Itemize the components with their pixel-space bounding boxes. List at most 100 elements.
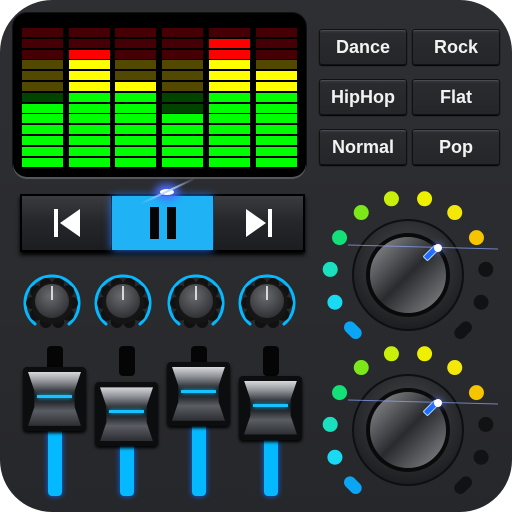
rotary-knob[interactable] — [23, 274, 81, 332]
level-dot-off — [473, 294, 489, 310]
meter-segment-off — [162, 60, 204, 70]
level-dot-lit — [468, 385, 484, 401]
level-dot-lit — [383, 346, 399, 362]
knob-body — [241, 277, 293, 329]
meter-segment-off — [162, 82, 204, 91]
meter-segment-lit — [22, 146, 63, 156]
slider-handle-indicator — [37, 394, 72, 398]
meter-segment-off — [255, 60, 297, 70]
slider-handle-indicator — [253, 403, 288, 407]
meter-segment-off — [22, 82, 63, 91]
preset-dance-button[interactable]: Dance — [319, 29, 407, 65]
meter-segment-lit — [115, 82, 157, 91]
light-flare — [434, 244, 442, 252]
meter-segment-off — [255, 28, 297, 37]
meter-segment-lit — [255, 114, 297, 124]
light-flare — [434, 399, 442, 407]
meter-segment-lit — [115, 146, 157, 156]
meter-segment-lit — [22, 103, 63, 113]
slider-fill — [192, 421, 206, 496]
slider-handle[interactable] — [95, 382, 158, 447]
slider-fill — [48, 426, 62, 496]
meter-segment-off — [162, 38, 204, 48]
meter-segment-off — [255, 38, 297, 48]
level-dot-lit — [447, 205, 463, 221]
slider-handle-indicator — [109, 410, 144, 414]
pause-button[interactable] — [112, 196, 213, 250]
meter-segment-off — [115, 60, 157, 70]
pause-icon — [149, 207, 176, 239]
level-dot-lit — [332, 385, 348, 401]
meter-segment-off — [22, 60, 63, 70]
slider-handle[interactable] — [239, 375, 302, 440]
meter-segment-lit — [255, 136, 297, 145]
rotary-knob[interactable] — [94, 274, 152, 332]
meter-segment-lit — [162, 146, 204, 156]
level-dot-off — [473, 449, 489, 465]
meter-segment-off — [115, 49, 157, 59]
slider-track — [263, 346, 279, 376]
meter-segment-lit — [68, 103, 110, 113]
rotary-knob[interactable] — [238, 274, 296, 332]
slider-track — [119, 346, 135, 376]
level-dot-lit — [447, 360, 463, 376]
eq-slider[interactable] — [167, 346, 231, 496]
meter-segment-lit — [22, 157, 63, 167]
eq-slider[interactable] — [23, 346, 87, 496]
slider-handle[interactable] — [23, 366, 86, 431]
meter-segment-lit — [115, 125, 157, 135]
virtualizer-knob[interactable] — [315, 335, 505, 500]
level-dot-lit — [332, 230, 348, 246]
meter-segment-off — [22, 38, 63, 48]
previous-button[interactable] — [22, 196, 111, 250]
meter-segment-lit — [208, 125, 250, 135]
meter-segment-lit — [68, 125, 110, 135]
bass-boost-knob[interactable] — [315, 180, 505, 345]
preset-normal-button[interactable]: Normal — [319, 129, 407, 165]
meter-segment-off — [162, 103, 204, 113]
rotary-knob[interactable] — [167, 274, 225, 332]
meter-segment-off — [22, 49, 63, 59]
level-dot-off — [454, 476, 472, 494]
slider-fill — [120, 442, 134, 496]
meter-segment-lit — [208, 114, 250, 124]
slider-handle[interactable] — [167, 361, 230, 426]
meter-segment-lit — [255, 103, 297, 113]
meter-segment-lit — [115, 92, 157, 102]
level-dot-lit — [327, 294, 343, 310]
preset-rock-button[interactable]: Rock — [412, 29, 500, 65]
meter-segment-lit — [68, 136, 110, 145]
slider-fill — [264, 435, 278, 496]
meter-segment-lit — [115, 136, 157, 145]
meter-segment-lit — [208, 60, 250, 70]
eq-slider[interactable] — [239, 346, 303, 496]
meter-segment-off — [255, 49, 297, 59]
slider-handle-face — [100, 387, 153, 442]
level-dot-lit — [344, 476, 362, 494]
next-button[interactable] — [214, 196, 303, 250]
meter-segment-lit — [162, 114, 204, 124]
meter-segment-lit — [255, 146, 297, 156]
meter-segment-lit — [208, 92, 250, 102]
meter-segment-lit — [162, 136, 204, 145]
eq-slider[interactable] — [95, 346, 159, 496]
slider-handle-face — [28, 371, 81, 426]
meter-segment-lit — [255, 92, 297, 102]
knob-body — [170, 277, 222, 329]
meter-segment-lit — [208, 146, 250, 156]
level-dot-lit — [353, 360, 369, 376]
meter-segment-lit — [208, 71, 250, 81]
meter-segment-lit — [162, 125, 204, 135]
meter-segment-lit — [255, 82, 297, 91]
meter-segment-off — [68, 38, 110, 48]
preset-pop-button[interactable]: Pop — [412, 129, 500, 165]
slider-handle-face — [244, 380, 297, 435]
preset-hiphop-button[interactable]: HipHop — [319, 79, 407, 115]
meter-segment-lit — [208, 157, 250, 167]
level-dot-lit — [417, 191, 433, 207]
meter-segment-off — [22, 28, 63, 37]
knob-body — [97, 277, 149, 329]
preset-flat-button[interactable]: Flat — [412, 79, 500, 115]
level-dot-off — [478, 261, 494, 277]
level-dot-off — [478, 416, 494, 432]
